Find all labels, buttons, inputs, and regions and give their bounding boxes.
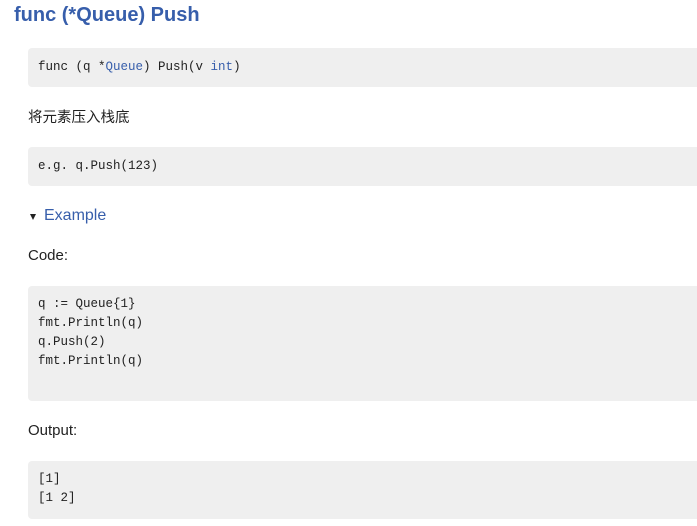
code-line: fmt.Println(q) [38,316,144,330]
output-label: Output: [28,422,78,439]
example-output-block: [1] [1 2] [28,461,697,519]
example-toggle[interactable]: Example [30,206,106,226]
example-code-block: q := Queue{1} fmt.Println(q) q.Push(2) fmt.… [28,286,697,401]
receiver-type-link[interactable]: Queue [106,60,144,74]
code-line: q := Queue{1} [38,297,136,311]
usage-example: e.g. q.Push(123) [28,147,697,186]
code-line: q.Push(2) [38,335,106,349]
output-line: [1 2] [38,491,76,505]
doc-page: func (*Queue) Push func (q *Queue) Push(… [0,0,697,526]
code-line: fmt.Println(q) [38,354,144,368]
function-title: func (*Queue) Push [14,4,200,26]
example-toggle-label: Example [44,207,107,224]
function-description: 将元素压入栈底 [28,110,130,126]
code-label: Code: [28,247,69,264]
output-line: [1] [38,472,61,486]
signature-middle: ) Push(v [143,60,211,74]
function-signature: func (q *Queue) Push(v int) [28,48,697,87]
signature-prefix: func (q * [38,60,106,74]
param-type-link[interactable]: int [211,60,234,74]
signature-suffix: ) [233,60,241,74]
triangle-down-icon [30,213,36,220]
